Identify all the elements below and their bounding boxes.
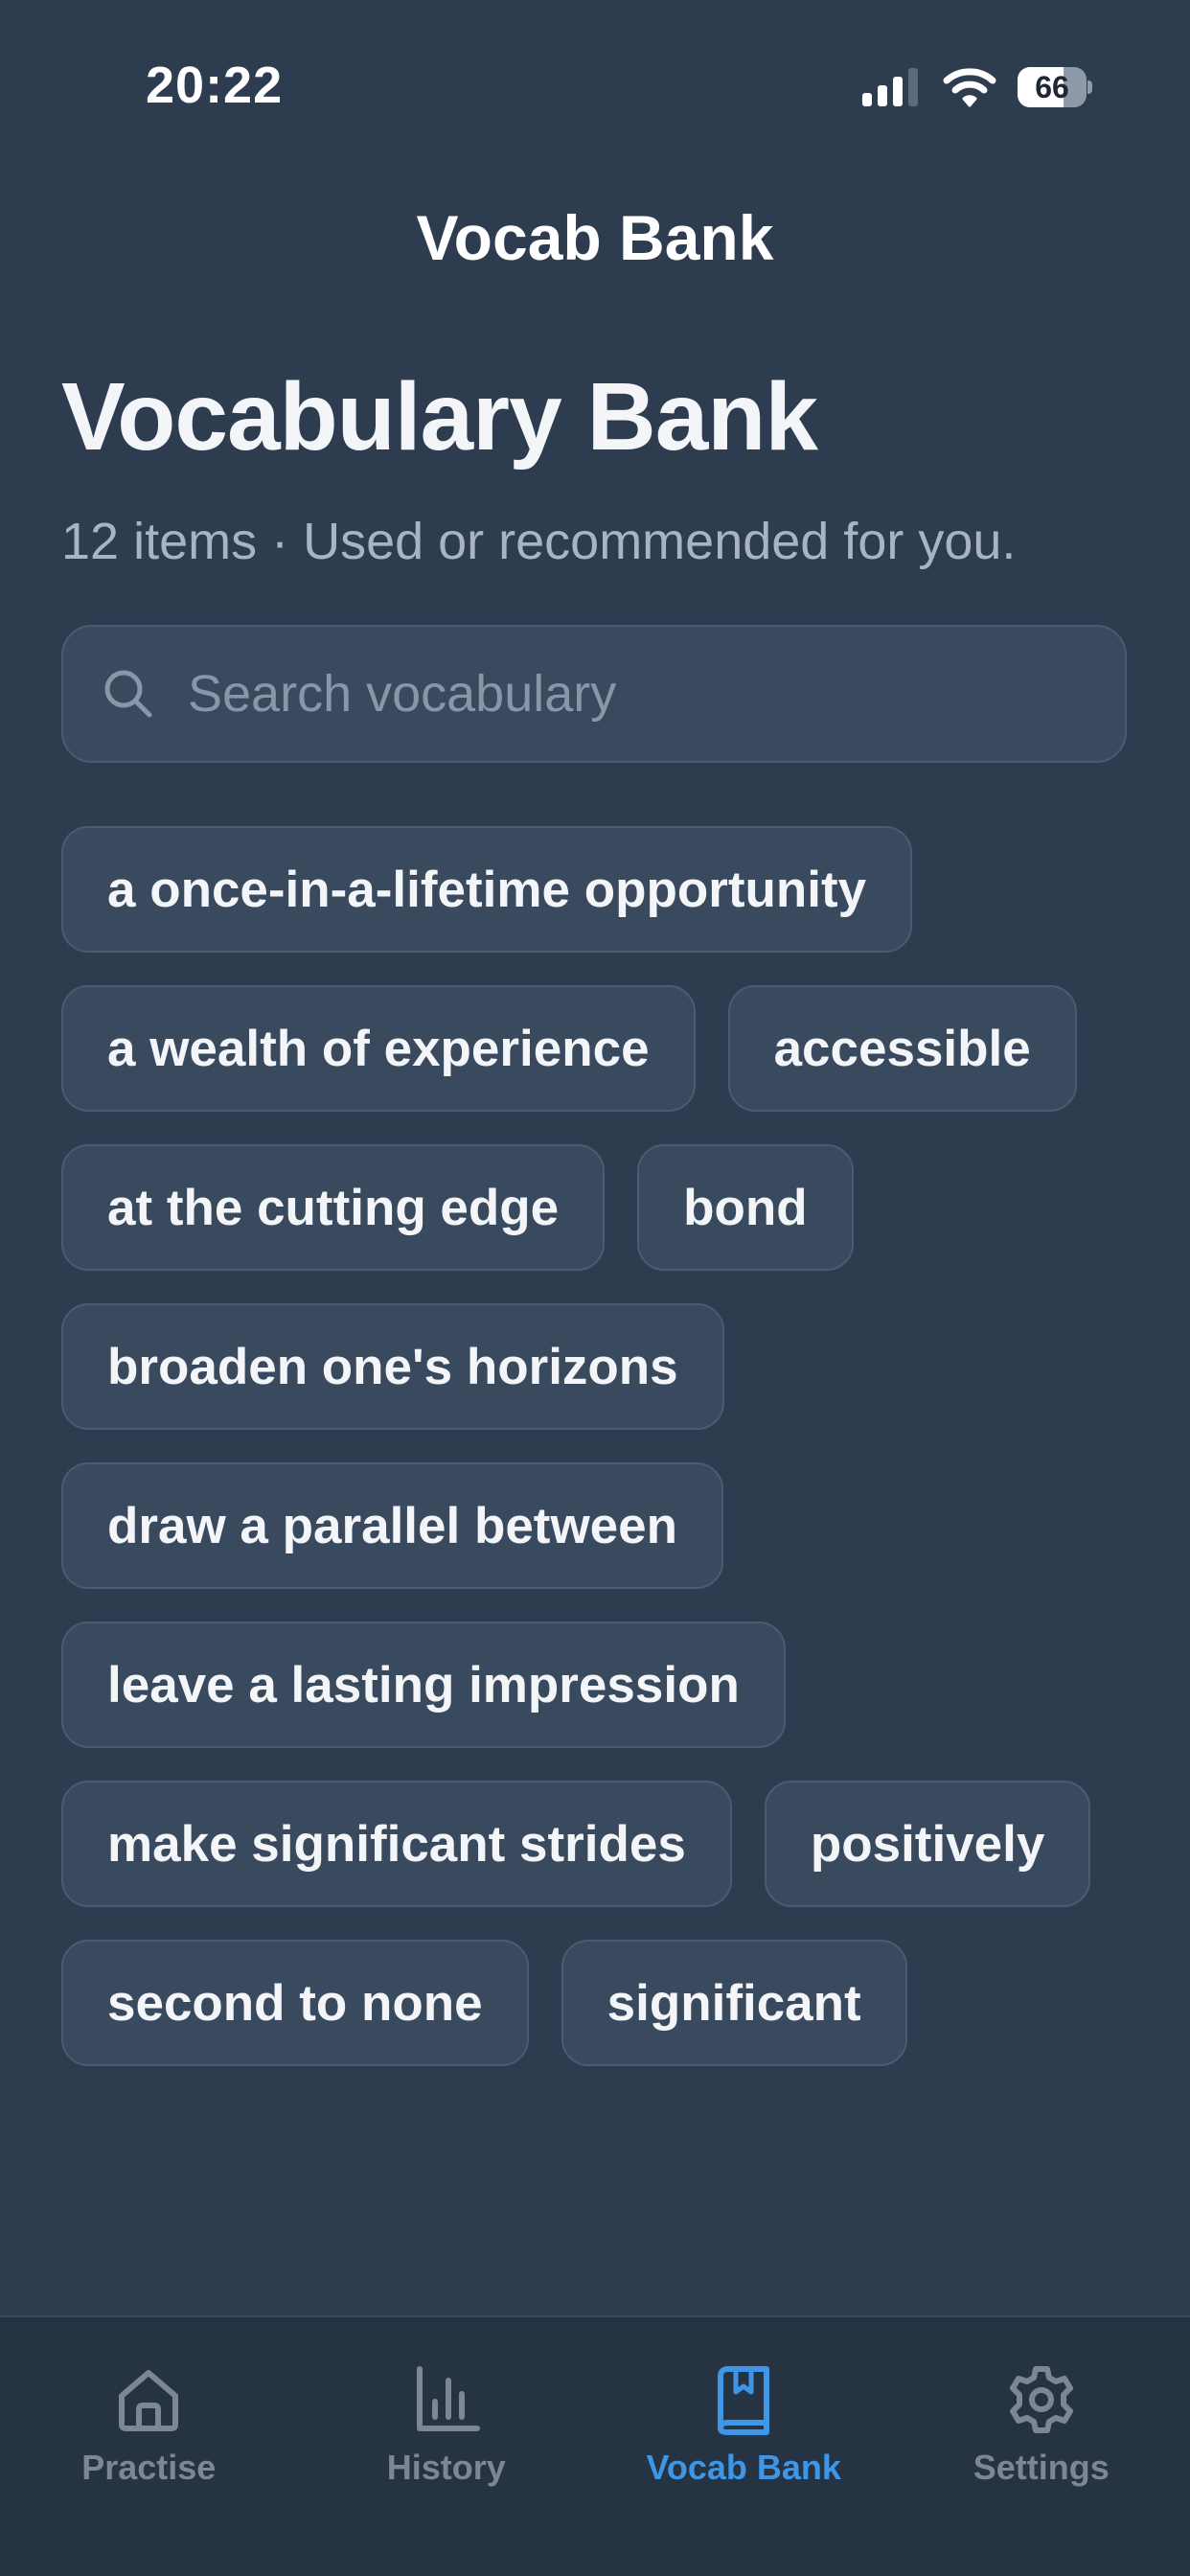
tab-label: Settings [973,2448,1110,2487]
vocab-chip[interactable]: bond [637,1144,854,1271]
vocab-chip[interactable]: second to none [61,1940,529,2066]
vocab-chip[interactable]: positively [764,1781,1091,1907]
page-subtitle: 12 items · Used or recommended for you. [61,513,1017,570]
vocab-chip[interactable]: significant [561,1940,907,2066]
nav-title: Vocab Bank [416,202,774,273]
vocab-chip[interactable]: a wealth of experience [61,985,696,1112]
page-title: Vocabulary Bank [61,363,818,471]
home-icon [119,2370,179,2431]
battery-indicator: 66 [1018,67,1092,107]
vocab-chip[interactable]: leave a lasting impression [61,1622,786,1748]
vocab-chip[interactable]: a once-in-a-lifetime opportunity [61,826,913,953]
tab-history[interactable]: History [298,2317,596,2576]
tab-label: Vocab Bank [646,2448,841,2487]
search-box[interactable] [61,625,1127,763]
tab-settings[interactable]: Settings [893,2317,1190,2576]
cellular-signal-icon [862,68,918,106]
status-indicators: 66 [862,63,1092,111]
vocab-chip-list: a once-in-a-lifetime opportunity a wealt… [61,826,1127,2066]
vocab-chip[interactable]: accessible [727,985,1077,1112]
status-time: 20:22 [146,57,284,114]
tab-label: History [386,2448,506,2487]
gear-icon [1009,2366,1073,2433]
book-icon [718,2366,770,2435]
battery-level: 66 [1035,70,1069,104]
tab-practise[interactable]: Practise [0,2317,298,2576]
vocab-chip[interactable]: at the cutting edge [61,1144,606,1271]
vocab-chip[interactable]: make significant strides [61,1781,732,1907]
vocab-chip[interactable]: draw a parallel between [61,1462,724,1589]
tab-bar: Practise History Vocab Bank Settings [0,2315,1190,2576]
tab-label: Practise [81,2448,217,2487]
wifi-icon [943,68,996,107]
status-bar: 20:22 66 [0,0,1190,172]
vocab-chip[interactable]: broaden one's horizons [61,1303,724,1430]
search-icon [104,670,152,718]
bar-chart-icon [416,2366,480,2431]
search-input[interactable] [188,627,1125,761]
tab-vocab-bank[interactable]: Vocab Bank [595,2317,893,2576]
